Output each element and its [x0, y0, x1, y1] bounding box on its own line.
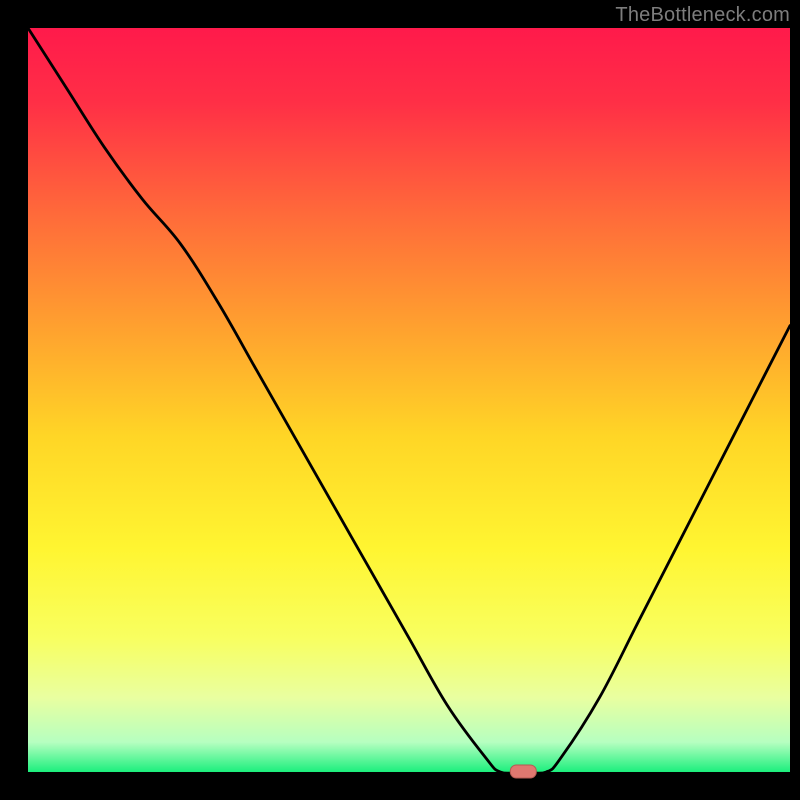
chart-stage: TheBottleneck.com: [0, 0, 800, 800]
watermark-text: TheBottleneck.com: [615, 4, 790, 27]
bottleneck-chart: [0, 0, 800, 800]
gradient-area: [28, 28, 790, 772]
optimum-marker: [510, 765, 536, 778]
